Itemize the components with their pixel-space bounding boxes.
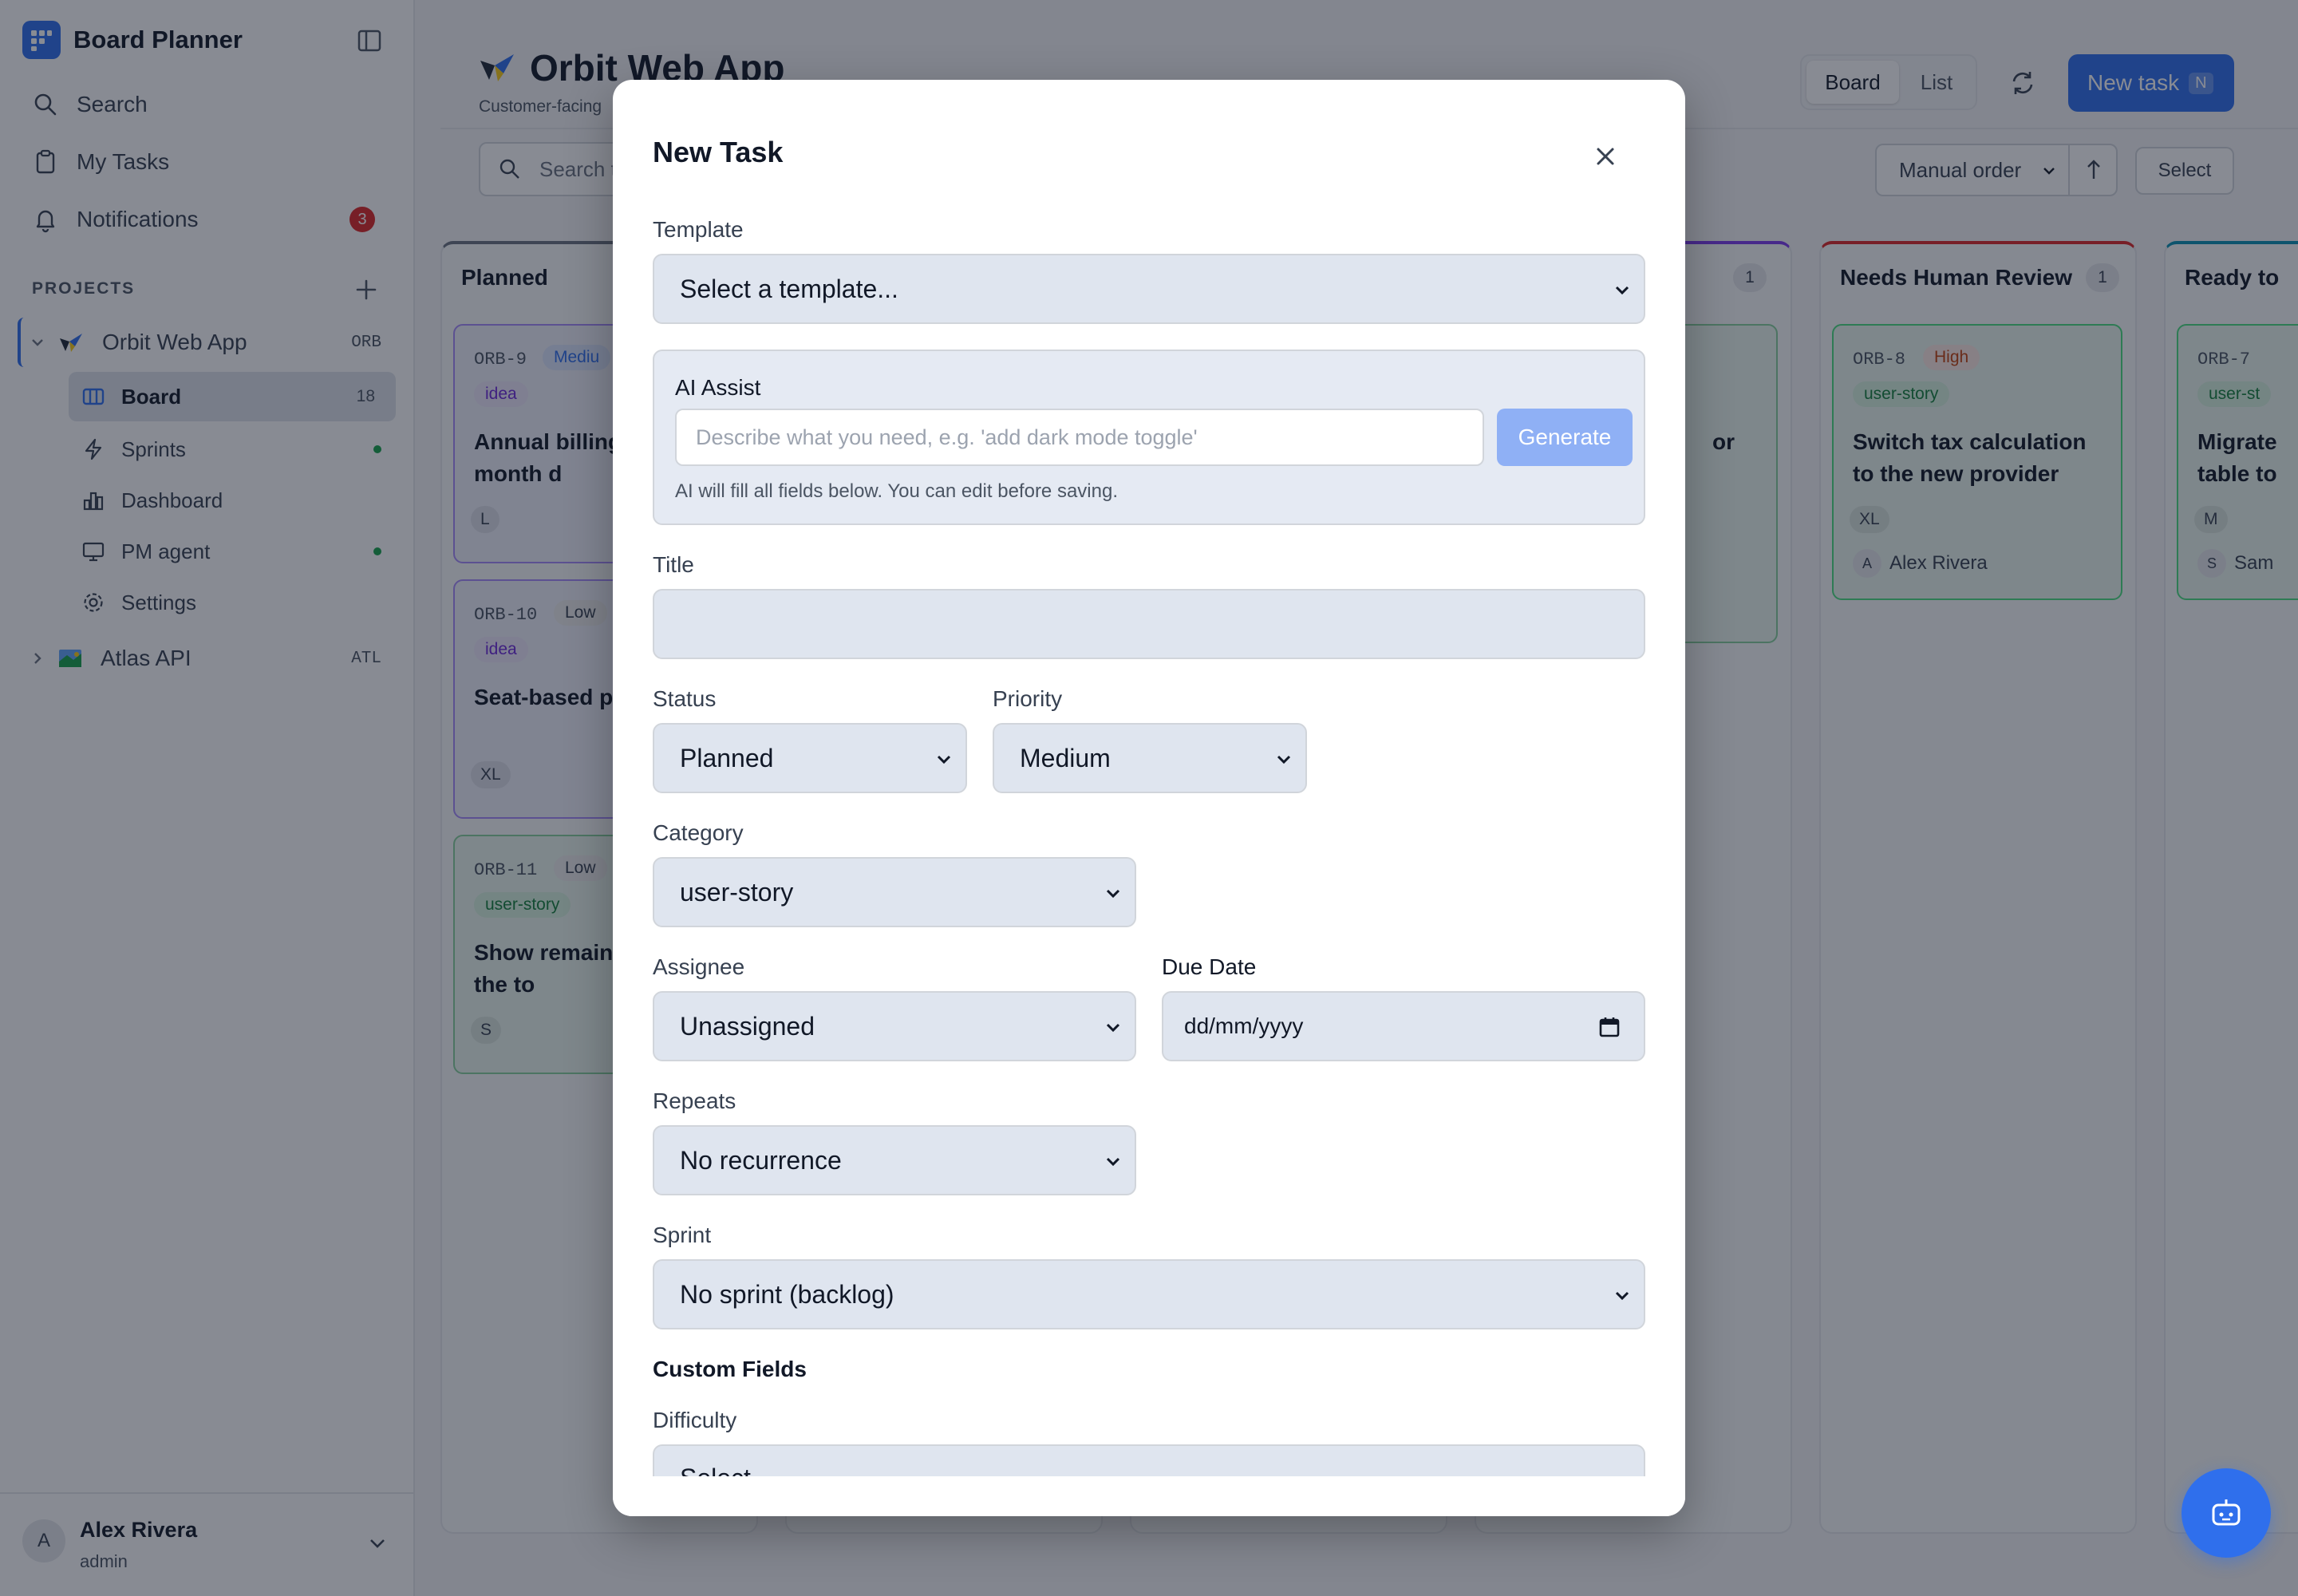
ai-assist-placeholder: Describe what you need, e.g. 'add dark m…	[696, 425, 1198, 449]
due-date-value: dd/mm/yyyy	[1184, 1013, 1304, 1038]
close-icon[interactable]	[1589, 140, 1621, 172]
title-input[interactable]	[653, 589, 1645, 659]
calendar-icon[interactable]	[1597, 1015, 1621, 1039]
chevron-down-icon	[1104, 884, 1122, 902]
robot-icon	[2209, 1495, 2244, 1531]
priority-label: Priority	[993, 686, 1063, 711]
template-select[interactable]: Select a template...	[653, 254, 1645, 324]
ai-assist-input[interactable]: Describe what you need, e.g. 'add dark m…	[675, 409, 1484, 466]
chevron-down-icon	[1613, 281, 1631, 298]
chevron-down-icon	[1275, 750, 1293, 768]
category-select[interactable]: user-story	[653, 857, 1136, 927]
repeats-select-value: No recurrence	[680, 1145, 842, 1175]
sprint-select[interactable]: No sprint (backlog)	[653, 1259, 1645, 1329]
repeats-label: Repeats	[653, 1088, 736, 1113]
generate-button[interactable]: Generate	[1497, 409, 1633, 466]
chevron-down-icon	[1104, 1018, 1122, 1036]
sprint-select-value: No sprint (backlog)	[680, 1279, 894, 1309]
sprint-label: Sprint	[653, 1223, 712, 1247]
modal-scroll-clip	[613, 1476, 1685, 1516]
repeats-select[interactable]: No recurrence	[653, 1125, 1136, 1195]
title-label: Title	[653, 552, 694, 577]
status-select[interactable]: Planned	[653, 723, 967, 793]
priority-select-value: Medium	[1020, 743, 1111, 772]
due-date-input[interactable]: dd/mm/yyyy	[1162, 991, 1645, 1061]
template-label: Template	[653, 217, 744, 242]
ai-assist-label: AI Assist	[675, 375, 761, 400]
due-date-label: Due Date	[1162, 954, 1257, 979]
chevron-down-icon	[1104, 1152, 1122, 1170]
assignee-select-value: Unassigned	[680, 1011, 815, 1041]
custom-fields-heading: Custom Fields	[653, 1357, 807, 1381]
chevron-down-icon	[935, 750, 953, 768]
category-select-value: user-story	[680, 877, 794, 907]
priority-select[interactable]: Medium	[993, 723, 1307, 793]
new-task-modal: New Task Template Select a template... A…	[613, 80, 1685, 1516]
status-select-value: Planned	[680, 743, 774, 772]
ai-assist-hint: AI will fill all fields below. You can e…	[675, 480, 1118, 502]
difficulty-label: Difficulty	[653, 1408, 737, 1432]
template-select-value: Select a template...	[680, 274, 898, 303]
assistant-fab[interactable]	[2182, 1468, 2271, 1558]
assignee-select[interactable]: Unassigned	[653, 991, 1136, 1061]
assignee-label: Assignee	[653, 954, 745, 979]
status-label: Status	[653, 686, 717, 711]
modal-title: New Task	[653, 136, 784, 168]
ai-assist-panel: AI Assist Describe what you need, e.g. '…	[653, 350, 1645, 525]
chevron-down-icon	[1613, 1286, 1631, 1304]
category-label: Category	[653, 820, 744, 845]
